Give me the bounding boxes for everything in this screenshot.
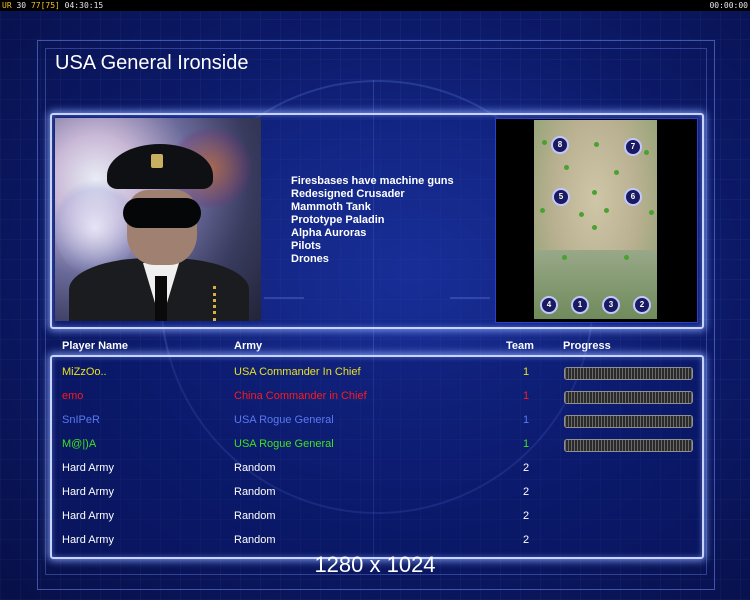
tree-icon <box>614 170 619 175</box>
portrait-braid <box>213 286 244 321</box>
player-army: China Commander in Chief <box>234 390 367 402</box>
portrait-goggles <box>123 198 201 228</box>
start-position-marker: 8 <box>551 136 569 154</box>
player-name: emo <box>62 390 84 402</box>
loading-progress-bar <box>564 439 693 452</box>
table-row: MiZzOo.. USA Commander In Chief 1 <box>0 366 750 386</box>
tree-icon <box>649 210 654 215</box>
tree-icon <box>562 255 567 260</box>
player-table-header: Player Name Army Team Progress <box>0 340 750 356</box>
player-army: USA Rogue General <box>234 438 334 450</box>
tree-icon <box>579 212 584 217</box>
player-team: 2 <box>523 462 530 474</box>
player-army: Random <box>234 486 276 498</box>
table-row: M@|)A USA Rogue General 1 <box>0 438 750 458</box>
player-army: USA Commander In Chief <box>234 366 361 378</box>
status-extra: 77[75] <box>30 1 60 10</box>
table-row: SnIPeR USA Rogue General 1 <box>0 414 750 434</box>
table-row: Hard Army Random 2 <box>0 510 750 530</box>
tree-icon <box>604 208 609 213</box>
start-position-marker: 7 <box>624 138 642 156</box>
map-preview: 8 7 5 6 4 1 3 2 <box>534 120 657 319</box>
player-name: SnIPeR <box>62 414 100 426</box>
loading-progress-bar <box>564 367 693 380</box>
feature-item: Prototype Paladin <box>291 214 385 226</box>
header-progress: Progress <box>563 340 611 352</box>
tree-icon <box>592 225 597 230</box>
table-row: Hard Army Random 2 <box>0 534 750 554</box>
loading-progress-bar <box>564 415 693 428</box>
player-name: M@|)A <box>62 438 97 450</box>
general-portrait <box>55 118 261 321</box>
table-row: emo China Commander in Chief 1 <box>0 390 750 410</box>
player-name: Hard Army <box>62 510 114 522</box>
status-prefix: UR <box>2 1 12 10</box>
feature-item: Alpha Auroras <box>291 227 367 239</box>
status-clock: 00:00:00 <box>709 1 748 10</box>
status-bar: UR 30 77[75] 04:30:15 00:00:00 <box>0 0 750 11</box>
player-army: Random <box>234 462 276 474</box>
header-player-name: Player Name <box>62 340 129 352</box>
tree-icon <box>592 190 597 195</box>
feature-item: Pilots <box>291 240 321 252</box>
player-army: Random <box>234 534 276 546</box>
feature-item: Drones <box>291 253 329 265</box>
player-name: Hard Army <box>62 486 114 498</box>
table-row: Hard Army Random 2 <box>0 462 750 482</box>
player-name: Hard Army <box>62 462 114 474</box>
feature-item: Redesigned Crusader <box>291 188 405 200</box>
header-army: Army <box>234 340 263 352</box>
start-position-marker: 6 <box>624 188 642 206</box>
status-time: 04:30:15 <box>64 1 104 10</box>
player-name: Hard Army <box>62 534 114 546</box>
loading-progress-bar <box>564 391 693 404</box>
tree-icon <box>540 208 545 213</box>
player-team: 1 <box>523 414 530 426</box>
tree-icon <box>594 142 599 147</box>
start-position-marker: 1 <box>571 296 589 314</box>
player-army: USA Rogue General <box>234 414 334 426</box>
player-team: 2 <box>523 510 530 522</box>
status-value: 30 <box>16 1 27 10</box>
general-title: USA General Ironside <box>55 52 249 74</box>
feature-item: Mammoth Tank <box>291 201 371 213</box>
cap-badge-icon <box>151 154 163 168</box>
portrait-tie <box>155 276 167 321</box>
player-team: 1 <box>523 390 530 402</box>
tree-icon <box>644 150 649 155</box>
feature-item: Firesbases have machine guns <box>291 175 454 187</box>
status-left: UR 30 77[75] 04:30:15 <box>2 0 103 11</box>
tree-icon <box>542 140 547 145</box>
tree-icon <box>624 255 629 260</box>
general-features-list: Firesbases have machine guns Redesigned … <box>291 175 454 266</box>
tree-icon <box>564 165 569 170</box>
start-position-marker: 4 <box>540 296 558 314</box>
header-team: Team <box>506 340 534 352</box>
player-team: 2 <box>523 534 530 546</box>
start-position-marker: 5 <box>552 188 570 206</box>
start-position-marker: 2 <box>633 296 651 314</box>
player-name: MiZzOo.. <box>62 366 107 378</box>
player-team: 2 <box>523 486 530 498</box>
player-team: 1 <box>523 366 530 378</box>
resolution-label: 1280 x 1024 <box>314 552 436 577</box>
player-team: 1 <box>523 438 530 450</box>
player-army: Random <box>234 510 276 522</box>
start-position-marker: 3 <box>602 296 620 314</box>
table-row: Hard Army Random 2 <box>0 486 750 506</box>
